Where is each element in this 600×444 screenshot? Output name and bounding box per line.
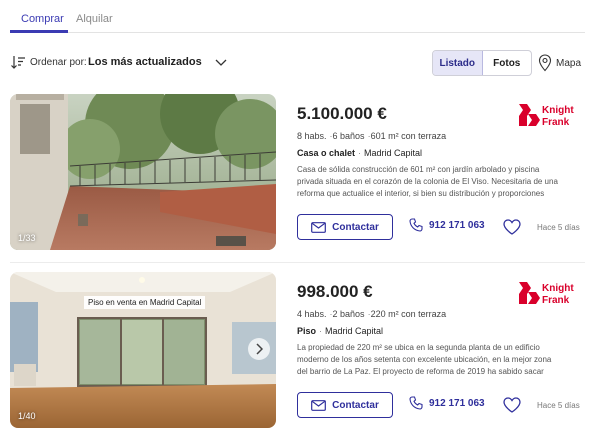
phone-icon <box>409 218 423 232</box>
card-divider <box>10 262 585 263</box>
tab-comprar[interactable]: Comprar <box>21 13 64 25</box>
view-fotos-button[interactable]: Fotos <box>483 51 532 75</box>
phone-number: 912 171 063 <box>429 397 485 409</box>
listing-specs: 8 habs. ·6 baños ·601 m² con terraza <box>297 131 447 141</box>
phone-button[interactable]: 912 171 063 <box>409 218 485 232</box>
listing-price[interactable]: 5.100.000 € <box>297 104 387 124</box>
heart-icon[interactable] <box>503 397 521 413</box>
view-listado-button[interactable]: Listado <box>433 51 483 75</box>
sort-label: Ordenar por: <box>30 57 87 68</box>
chevron-down-icon[interactable] <box>214 56 228 68</box>
view-toggle: Listado Fotos <box>432 50 532 76</box>
listing-card[interactable]: Piso en venta en Madrid Capital 1/40 998… <box>10 272 585 432</box>
property-location: Madrid Capital <box>325 326 384 336</box>
sort-icon <box>11 56 25 69</box>
contact-button[interactable]: Contactar <box>297 214 393 240</box>
sort-bar: Ordenar por: Los más actualizados Listad… <box>10 50 585 76</box>
listing-photo[interactable]: 1/33 <box>10 94 276 250</box>
operation-tabs: Comprar Alquilar <box>10 0 585 33</box>
logo-text-2: Frank <box>542 295 570 306</box>
property-type: Piso <box>297 326 317 336</box>
property-location: Madrid Capital <box>364 148 423 158</box>
active-tab-indicator <box>10 30 68 33</box>
property-image <box>10 94 276 250</box>
sort-select-value[interactable]: Los más actualizados <box>88 56 202 68</box>
updated-time: Hace 5 días <box>537 223 580 232</box>
listing-photo[interactable]: Piso en venta en Madrid Capital 1/40 <box>10 272 276 428</box>
phone-button[interactable]: 912 171 063 <box>409 396 485 410</box>
contact-label: Contactar <box>332 221 379 233</box>
listing-type-location: Piso · Madrid Capital <box>297 326 384 336</box>
rooms: 4 habs. <box>297 309 327 319</box>
mail-icon <box>311 399 327 411</box>
extra-feature: con terraza <box>401 309 447 319</box>
baths: 2 baños <box>332 309 365 319</box>
agency-logo[interactable]: Knight Frank <box>518 280 576 306</box>
listing-description[interactable]: La propiedad de 220 m² se ubica en la se… <box>297 342 562 378</box>
tab-alquilar[interactable]: Alquilar <box>76 13 113 25</box>
baths: 6 baños <box>332 131 365 141</box>
next-photo-button[interactable] <box>248 338 270 360</box>
area: 220 m² <box>370 309 399 319</box>
area: 601 m² <box>370 131 399 141</box>
map-pin-icon <box>538 54 552 72</box>
logo-text-1: Knight <box>542 105 574 116</box>
listing-type-location: Casa o chalet · Madrid Capital <box>297 148 423 158</box>
photo-tag: Piso en venta en Madrid Capital <box>84 296 206 309</box>
listing-price[interactable]: 998.000 € <box>297 282 373 302</box>
listing-description[interactable]: Casa de sólida construcción de 601 m² co… <box>297 164 562 200</box>
extra-feature: con terraza <box>401 131 447 141</box>
rooms: 8 habs. <box>297 131 327 141</box>
contact-label: Contactar <box>332 399 379 411</box>
map-button[interactable]: Mapa <box>538 53 581 73</box>
phone-number: 912 171 063 <box>429 219 485 231</box>
chevron-right-icon <box>256 343 263 355</box>
map-label: Mapa <box>556 57 582 69</box>
listing-specs: 4 habs. ·2 baños ·220 m² con terraza <box>297 309 447 319</box>
heart-icon[interactable] <box>503 219 521 235</box>
logo-text-1: Knight <box>542 283 574 294</box>
photo-counter: 1/33 <box>18 233 36 243</box>
mail-icon <box>311 221 327 233</box>
listing-card[interactable]: 1/33 5.100.000 € 8 habs. ·6 baños ·601 m² … <box>10 94 585 254</box>
updated-time: Hace 5 días <box>537 401 580 410</box>
agency-logo[interactable]: Knight Frank <box>518 102 576 128</box>
contact-button[interactable]: Contactar <box>297 392 393 418</box>
logo-text-2: Frank <box>542 117 570 128</box>
photo-counter: 1/40 <box>18 411 36 421</box>
phone-icon <box>409 396 423 410</box>
property-type: Casa o chalet <box>297 148 356 158</box>
